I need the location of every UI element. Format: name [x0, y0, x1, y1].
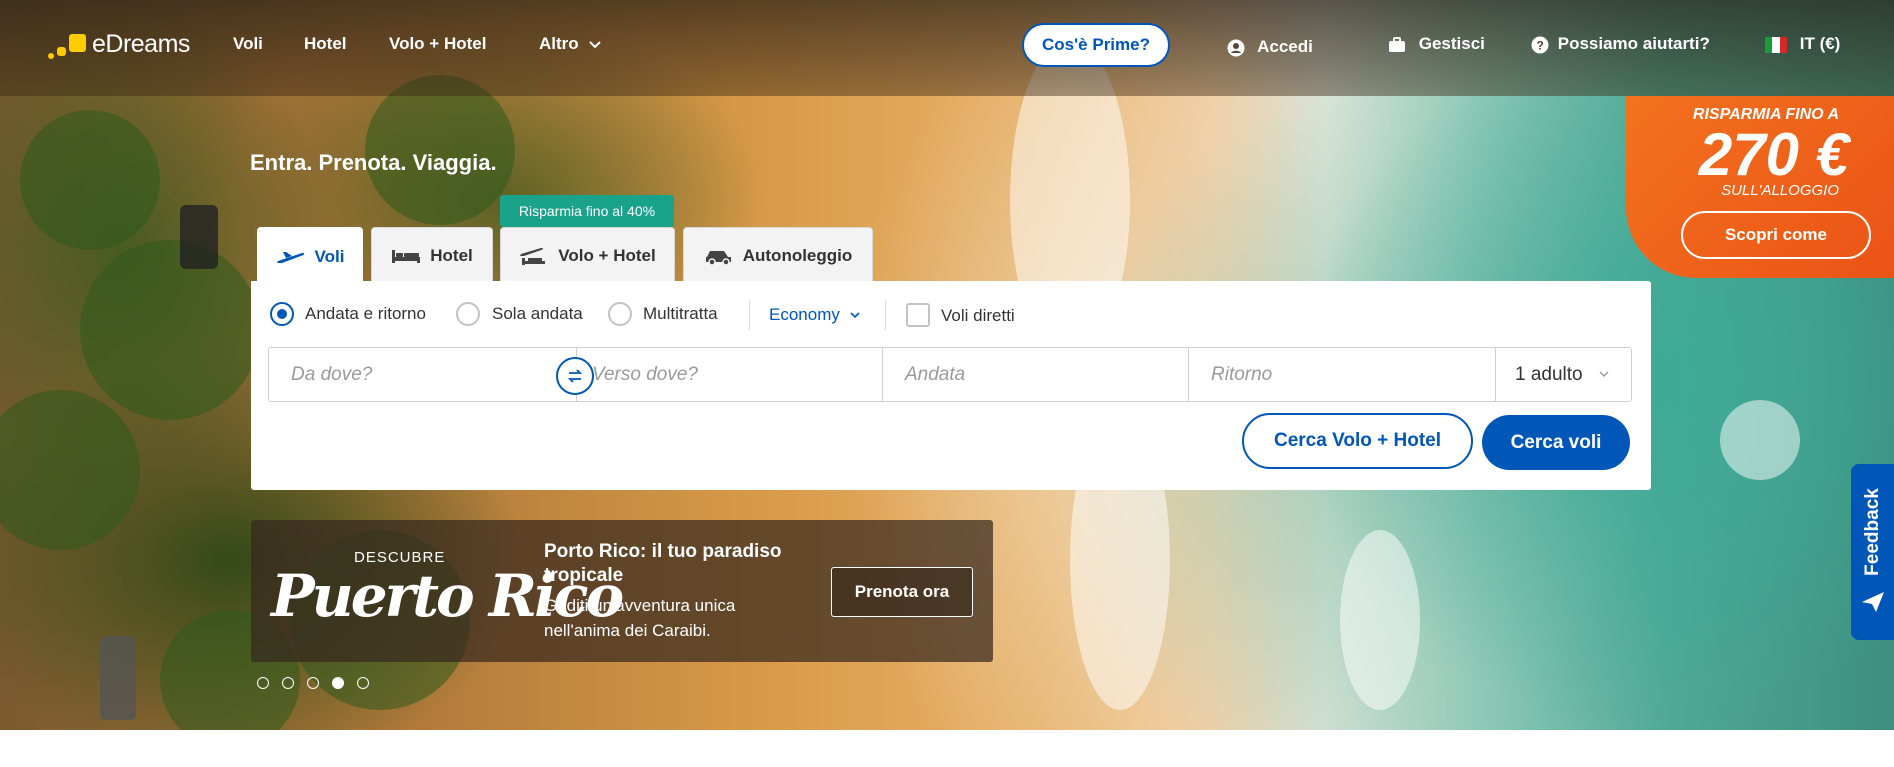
book-now-button[interactable]: Prenota ora: [831, 567, 973, 617]
logo[interactable]: eDreams: [48, 30, 190, 59]
discount-badge: Risparmia fino al 40%: [500, 195, 674, 234]
tab-hotel-label: Hotel: [430, 245, 473, 265]
divider: [749, 300, 750, 330]
chevron-down-icon: [589, 40, 602, 48]
search-flight-hotel-button[interactable]: Cerca Volo + Hotel: [1242, 413, 1473, 469]
user-icon: [1227, 39, 1245, 57]
carousel-dot[interactable]: [357, 677, 369, 689]
login-label: Accedi: [1257, 37, 1313, 56]
nav-altro-label: Altro: [539, 34, 579, 53]
promo-banner: RISPARMIA FINO A 270 € SULL'ALLOGGIO Sco…: [1626, 96, 1894, 278]
cabin-select[interactable]: Economy: [769, 305, 860, 325]
nav-volo-hotel[interactable]: Volo + Hotel: [389, 34, 486, 54]
radio-one-way[interactable]: [456, 302, 480, 326]
logo-text: eDreams: [92, 30, 190, 58]
promo-button[interactable]: Scopri come: [1681, 211, 1871, 259]
depart-date-input[interactable]: Andata: [883, 348, 1189, 401]
search-fields: Da dove? Verso dove? Andata Ritorno 1 ad…: [268, 347, 1632, 402]
nav-hotel[interactable]: Hotel: [304, 34, 347, 54]
nav-altro[interactable]: Altro: [539, 34, 602, 54]
promo-line3: SULL'ALLOGGIO: [1721, 182, 1839, 199]
promo-amount: 270 €: [1698, 121, 1849, 188]
tab-autonoleggio[interactable]: Autonoleggio: [683, 227, 873, 283]
manage-link[interactable]: Gestisci: [1388, 34, 1485, 54]
bed-icon: [392, 249, 421, 263]
return-date-input[interactable]: Ritorno: [1189, 348, 1496, 401]
plane-icon: [276, 251, 304, 263]
help-icon: ?: [1531, 36, 1549, 54]
feedback-button[interactable]: Feedback: [1851, 464, 1894, 640]
direct-flights-label[interactable]: Voli diretti: [941, 306, 1015, 326]
from-input[interactable]: Da dove?: [269, 348, 577, 401]
destination-banner: DESCUBRE Puerto Rico Porto Rico: il tuo …: [251, 520, 993, 662]
radio-multi-city-label[interactable]: Multitratta: [643, 304, 718, 324]
login-link[interactable]: Accedi: [1227, 37, 1313, 57]
tab-volo-hotel-label: Volo + Hotel: [558, 245, 656, 265]
car-icon: [705, 250, 731, 265]
logo-icon: [48, 31, 88, 59]
radio-round-trip-label[interactable]: Andata e ritorno: [305, 304, 426, 324]
swap-button[interactable]: [556, 357, 594, 395]
carousel-dot-active[interactable]: [332, 677, 344, 689]
banner-description: Goditi un'avventura unica nell'anima dei…: [544, 596, 736, 640]
tagline: Entra. Prenota. Viaggia.: [250, 150, 497, 175]
prime-button[interactable]: Cos'è Prime?: [1022, 23, 1170, 67]
passengers-value: 1 adulto: [1515, 363, 1583, 385]
send-icon: [1861, 592, 1884, 612]
plane-hotel-icon: [520, 247, 546, 265]
language-selector[interactable]: IT (€): [1765, 34, 1840, 54]
briefcase-icon: [1389, 36, 1405, 52]
help-link[interactable]: ? Possiamo aiutarti?: [1531, 34, 1710, 54]
language-label: IT (€): [1799, 34, 1841, 53]
radio-one-way-label[interactable]: Sola andata: [492, 304, 583, 324]
help-label: Possiamo aiutarti?: [1557, 34, 1710, 53]
tab-hotel[interactable]: Hotel: [371, 227, 493, 283]
radio-multi-city[interactable]: [608, 302, 632, 326]
carousel-dot[interactable]: [257, 677, 269, 689]
radio-round-trip[interactable]: [270, 302, 294, 326]
cabin-select-value: Economy: [769, 305, 840, 324]
carousel-dot[interactable]: [282, 677, 294, 689]
chevron-down-icon: [1599, 371, 1609, 377]
tab-volo-hotel[interactable]: Volo + Hotel: [500, 227, 675, 283]
italy-flag-icon: [1765, 36, 1787, 53]
tab-autonoleggio-label: Autonoleggio: [742, 245, 853, 265]
search-flights-button[interactable]: Cerca voli: [1482, 415, 1630, 470]
swap-icon: [567, 369, 583, 383]
divider: [885, 300, 886, 330]
to-input[interactable]: Verso dove?: [577, 348, 883, 401]
tab-voli[interactable]: Voli: [257, 227, 363, 285]
svg-text:?: ?: [1537, 38, 1544, 52]
nav-voli[interactable]: Voli: [233, 34, 263, 54]
manage-label: Gestisci: [1418, 34, 1485, 53]
direct-flights-checkbox[interactable]: [906, 303, 930, 327]
banner-title: Porto Rico: il tuo paradiso tropicale: [544, 541, 782, 586]
carousel-dot[interactable]: [307, 677, 319, 689]
tab-voli-label: Voli: [314, 246, 345, 266]
passengers-select[interactable]: 1 adulto: [1496, 348, 1631, 401]
feedback-label: Feedback: [1861, 488, 1883, 576]
chevron-down-icon: [850, 312, 860, 319]
